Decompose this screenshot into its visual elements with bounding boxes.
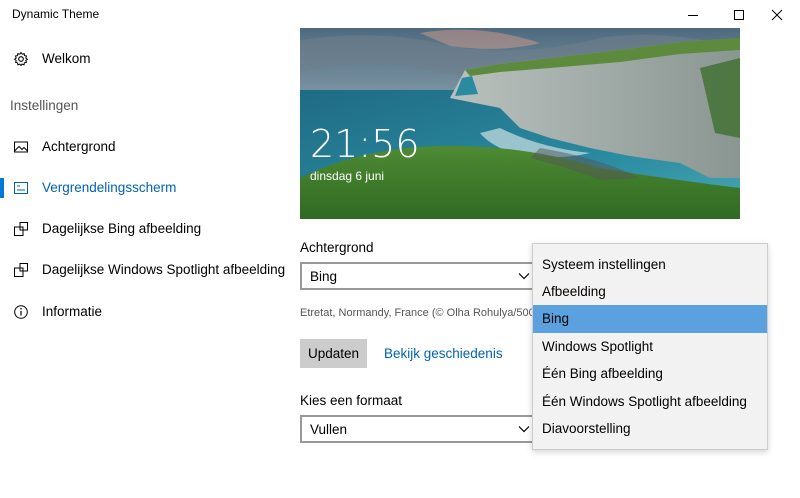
- gear-icon: [13, 51, 29, 67]
- image-icon: [14, 141, 28, 153]
- lock-screen-icon: [14, 182, 28, 194]
- sidebar-item-label: Informatie: [42, 304, 103, 319]
- minimize-icon: [688, 15, 698, 16]
- dropdown-option[interactable]: Systeem instellingen: [533, 251, 767, 279]
- sidebar-item-label: Dagelijkse Windows Spotlight afbeelding: [42, 262, 286, 277]
- background-options-popup: Systeem instellingen Afbeelding Bing Win…: [532, 243, 768, 450]
- dropdown-option[interactable]: Windows Spotlight: [533, 333, 767, 361]
- sidebar-item-informatie[interactable]: Informatie: [0, 292, 290, 332]
- image-credit: Etretat, Normandy, France (© Olha Rohuly…: [300, 307, 534, 319]
- sidebar-section-title: Instellingen: [10, 98, 79, 113]
- lock-screen-date: dinsdag 6 juni: [310, 169, 385, 183]
- sidebar-item-vergrendelingsscherm[interactable]: Vergrendelingsscherm: [0, 168, 290, 208]
- app-title: Dynamic Theme: [12, 7, 100, 21]
- history-link[interactable]: Bekijk geschiedenis: [384, 346, 503, 361]
- format-dropdown[interactable]: Vullen: [300, 415, 540, 443]
- sidebar-item-bing[interactable]: Dagelijkse Bing afbeelding: [0, 209, 290, 249]
- lock-screen-preview: 21:56 dinsdag 6 juni: [300, 28, 740, 219]
- sidebar-item-achtergrond[interactable]: Achtergrond: [0, 127, 290, 167]
- sidebar-item-label: Dagelijkse Bing afbeelding: [42, 221, 202, 236]
- dropdown-option[interactable]: Één Bing afbeelding: [533, 360, 767, 388]
- selection-indicator: [0, 178, 4, 198]
- close-button[interactable]: [754, 0, 800, 30]
- sidebar-item-welkom[interactable]: Welkom: [0, 39, 290, 79]
- title-bar: Dynamic Theme: [0, 0, 800, 30]
- minimize-button[interactable]: [670, 0, 716, 30]
- sidebar-item-label: Welkom: [42, 51, 91, 66]
- dropdown-option[interactable]: Afbeelding: [533, 278, 767, 306]
- background-label: Achtergrond: [300, 240, 374, 255]
- lock-screen-time: 21:56: [310, 122, 420, 166]
- chevron-down-icon: [518, 273, 530, 280]
- background-dropdown[interactable]: Bing: [300, 262, 540, 290]
- format-dropdown-value: Vullen: [310, 422, 348, 437]
- maximize-icon: [734, 10, 744, 20]
- format-label: Kies een formaat: [300, 393, 403, 408]
- close-icon: [771, 9, 783, 21]
- add-image-icon: [14, 222, 28, 236]
- dropdown-option-selected[interactable]: Bing: [533, 305, 767, 333]
- dropdown-option[interactable]: Één Windows Spotlight afbeelding: [533, 388, 767, 416]
- background-dropdown-value: Bing: [310, 269, 338, 284]
- dropdown-option[interactable]: Diavoorstelling: [533, 415, 767, 443]
- sidebar-item-label: Achtergrond: [42, 139, 116, 154]
- add-image-icon: [14, 263, 28, 277]
- sidebar-item-spotlight[interactable]: Dagelijkse Windows Spotlight afbeelding: [0, 250, 290, 290]
- sidebar-item-label: Vergrendelingsscherm: [42, 180, 177, 195]
- update-button[interactable]: Updaten: [300, 339, 367, 368]
- chevron-down-icon: [518, 426, 530, 433]
- info-icon: [14, 305, 28, 319]
